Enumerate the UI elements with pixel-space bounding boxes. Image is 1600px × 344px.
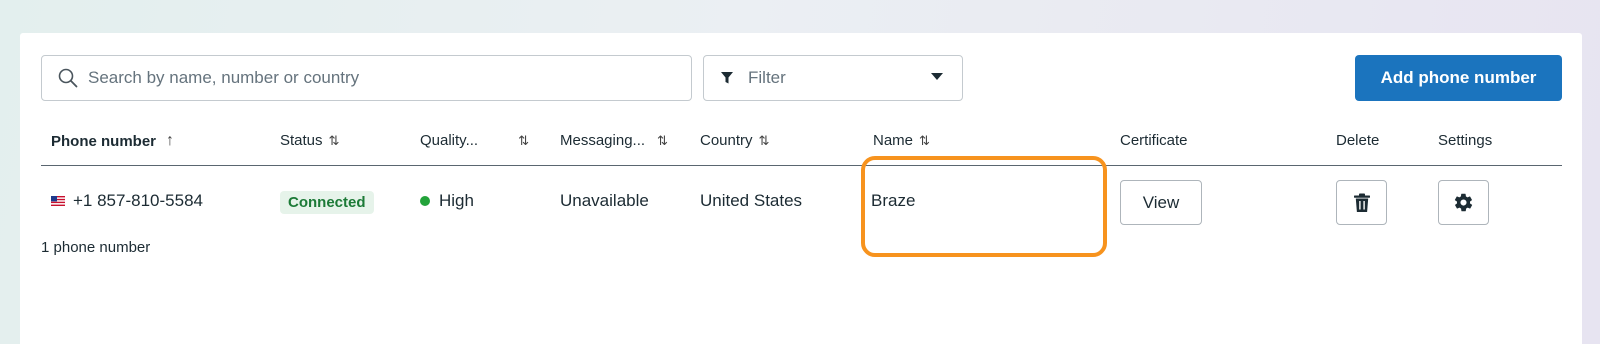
caret-down-icon xyxy=(931,73,943,80)
quality-dot-icon xyxy=(420,196,430,206)
country-cell: United States xyxy=(700,191,810,211)
column-header-label: Settings xyxy=(1438,132,1493,149)
status-cell: Connected xyxy=(280,191,374,214)
column-header-country[interactable]: Country ⇅ xyxy=(700,132,770,149)
messaging-text: Unavailable xyxy=(560,191,649,210)
search-box[interactable] xyxy=(41,55,692,101)
sort-icon: ⇅ xyxy=(328,132,340,148)
search-icon xyxy=(58,68,78,88)
sort-icon: ⇅ xyxy=(518,132,529,148)
trash-icon xyxy=(1353,193,1370,212)
column-header-label: Quality... xyxy=(420,132,479,149)
column-header-certificate: Certificate xyxy=(1120,132,1188,149)
view-certificate-button[interactable]: View xyxy=(1120,180,1202,225)
column-header-messaging[interactable]: Messaging... ⇅ xyxy=(560,132,668,149)
column-header-phone-number[interactable]: Phone number ↑ xyxy=(51,132,174,150)
status-badge: Connected xyxy=(280,191,374,214)
filter-label: Filter xyxy=(748,68,786,87)
column-header-settings: Settings xyxy=(1438,132,1492,149)
column-header-label: Certificate xyxy=(1120,132,1188,149)
gear-icon xyxy=(1454,193,1473,212)
quality-text: High xyxy=(439,191,474,210)
messaging-cell: Unavailable xyxy=(560,191,649,211)
column-header-delete: Delete xyxy=(1336,132,1379,149)
column-header-label: Country xyxy=(700,132,753,149)
phone-numbers-card: Filter Add phone number Phone number ↑ S… xyxy=(20,33,1582,344)
column-header-status[interactable]: Status ⇅ xyxy=(280,132,340,149)
column-header-name[interactable]: Name ⇅ xyxy=(873,132,930,149)
phone-number-cell: +1 857-810-5584 xyxy=(51,191,203,211)
sort-icon: ⇅ xyxy=(919,132,930,148)
column-header-label: Name xyxy=(873,132,914,149)
column-header-label: Phone number xyxy=(51,132,157,150)
phone-number-count: 1 phone number xyxy=(41,239,151,256)
sort-icon: ⇅ xyxy=(657,132,668,148)
add-phone-number-button[interactable]: Add phone number xyxy=(1355,55,1562,101)
column-header-label: Messaging... xyxy=(560,132,646,149)
sort-icon: ⇅ xyxy=(758,132,770,148)
header-divider xyxy=(41,165,1562,166)
filter-icon xyxy=(721,72,733,84)
filter-dropdown[interactable]: Filter xyxy=(703,55,963,101)
country-text: United States xyxy=(700,191,803,210)
search-input[interactable] xyxy=(88,68,648,88)
column-header-label: Delete xyxy=(1336,132,1380,149)
us-flag-icon xyxy=(51,196,65,206)
column-header-quality[interactable]: Quality... ⇅ xyxy=(420,132,529,149)
name-column-highlight xyxy=(861,156,1107,257)
quality-cell: High xyxy=(420,191,474,211)
phone-number-text: +1 857-810-5584 xyxy=(73,191,203,210)
delete-button[interactable] xyxy=(1336,180,1387,225)
column-header-label: Status xyxy=(280,132,323,149)
settings-button[interactable] xyxy=(1438,180,1489,225)
sort-ascending-icon: ↑ xyxy=(166,132,175,149)
